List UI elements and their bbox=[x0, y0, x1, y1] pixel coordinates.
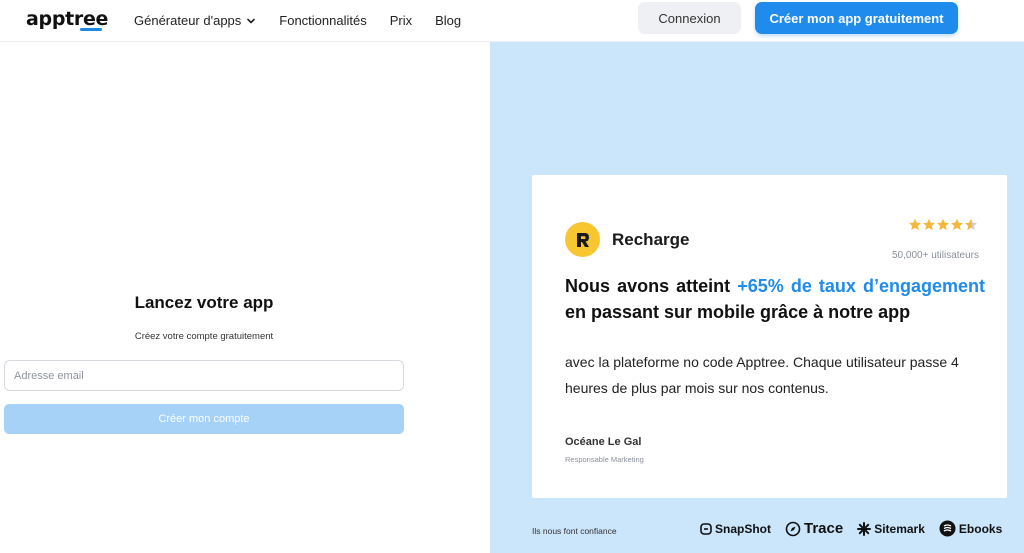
star-icon bbox=[923, 218, 935, 230]
nav-item-blog[interactable]: Blog bbox=[435, 13, 461, 28]
testimonial-panel: Recharge 50,000+ utilisateurs Nous avons… bbox=[490, 42, 1024, 553]
nav-item-app-generator[interactable]: Générateur d'apps bbox=[134, 13, 256, 28]
signup-title: Lancez votre app bbox=[134, 293, 274, 312]
testimonial-quote: Nous avons atteint +65% de taux d’engage… bbox=[565, 273, 985, 325]
author-name: Océane Le Gal bbox=[565, 436, 642, 448]
star-icon bbox=[951, 218, 963, 230]
star-half-icon bbox=[965, 218, 977, 230]
partner-name: Ebooks bbox=[958, 521, 1003, 536]
partner-logos: SnapShot Trace Sitemark Ebooks bbox=[700, 520, 1016, 537]
signup-panel: Lancez votre app Créez votre compte grat… bbox=[0, 42, 490, 553]
star-rating bbox=[908, 218, 978, 231]
partner-name: Sitemark bbox=[874, 521, 925, 536]
quote-text: Nous avons atteint bbox=[565, 276, 738, 296]
author-role: Responsable Marketing bbox=[565, 455, 644, 464]
login-button[interactable]: Connexion bbox=[638, 2, 741, 34]
star-icon bbox=[937, 218, 949, 230]
nav-item-features[interactable]: Fonctionnalités bbox=[279, 13, 366, 28]
partner-name: SnapShot bbox=[715, 521, 771, 536]
apptree-logo[interactable]: apptree bbox=[26, 8, 108, 30]
top-navbar: apptree Générateur d'apps Fonctionnalité… bbox=[0, 0, 1024, 42]
user-count: 50,000+ utilisateurs bbox=[891, 250, 979, 261]
create-app-free-button[interactable]: Créer mon app gratuitement bbox=[755, 2, 958, 34]
partner-name: Trace bbox=[804, 520, 844, 537]
star-icon bbox=[909, 218, 921, 230]
logo-accent-bar bbox=[80, 28, 102, 31]
ebooks-icon bbox=[939, 520, 956, 537]
sitemark-icon bbox=[857, 521, 872, 536]
partner-ebooks: Ebooks bbox=[939, 520, 1002, 537]
partner-sitemark: Sitemark bbox=[857, 521, 925, 536]
recharge-logo-icon bbox=[565, 222, 600, 257]
quote-highlight: +65% de taux d’engagement bbox=[737, 276, 986, 296]
email-input[interactable] bbox=[4, 360, 404, 391]
signup-subtitle: Créez votre compte gratuitement bbox=[134, 331, 274, 342]
testimonial-card: Recharge 50,000+ utilisateurs Nous avons… bbox=[532, 175, 1007, 498]
nav-item-pricing[interactable]: Prix bbox=[390, 13, 412, 28]
snapshot-icon bbox=[700, 522, 712, 535]
trust-label: Ils nous font confiance bbox=[532, 526, 617, 536]
partner-snapshot: SnapShot bbox=[700, 522, 771, 536]
nav-item-label: Générateur d'apps bbox=[134, 13, 242, 28]
partner-trace: Trace bbox=[785, 520, 843, 537]
quote-text: en passant sur mobile grâce à notre app bbox=[565, 302, 911, 322]
testimonial-body: avec la plateforme no code Apptree. Chaq… bbox=[565, 354, 959, 396]
brand-name: Recharge bbox=[612, 230, 690, 249]
create-account-button[interactable]: Créer mon compte bbox=[4, 404, 404, 434]
chevron-down-icon bbox=[247, 18, 256, 23]
main-nav: Générateur d'apps Fonctionnalités Prix B… bbox=[134, 13, 484, 28]
trace-icon bbox=[785, 521, 801, 536]
